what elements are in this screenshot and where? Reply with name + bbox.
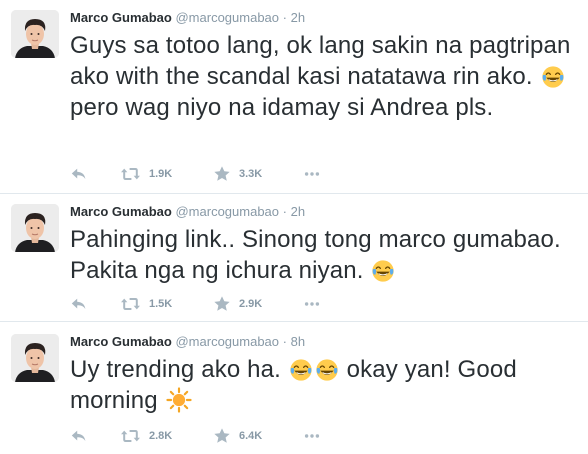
timestamp[interactable]: 8h (291, 334, 305, 349)
tweet-card[interactable]: Marco Gumabao @marcogumabao · 2h Guys sa… (0, 0, 588, 193)
retweet-count: 1.5K (149, 298, 173, 310)
timestamp[interactable]: 2h (291, 204, 305, 219)
favorite-count: 3.3K (239, 168, 263, 180)
retweet-button[interactable]: 2.8K (120, 426, 172, 446)
face-with-tears-of-joy-emoji-icon (315, 358, 339, 382)
timestamp[interactable]: 2h (291, 10, 305, 25)
author-handle[interactable]: @marcogumabao (175, 204, 279, 219)
retweet-count: 1.9K (149, 168, 173, 180)
more-options-button[interactable] (302, 294, 322, 314)
retweet-count: 2.8K (149, 430, 173, 442)
favorite-count: 6.4K (239, 430, 263, 442)
separator-dot: · (282, 334, 287, 349)
reply-button[interactable] (70, 164, 88, 184)
tweet-text: Pahinging link.. Sinong tong marco gumab… (70, 224, 582, 286)
separator-dot: · (282, 204, 287, 219)
sun-emoji-icon (166, 387, 192, 413)
author-handle[interactable]: @marcogumabao (175, 334, 279, 349)
tweet-text: Uy trending ako ha. okay yan! Good morni… (70, 354, 582, 416)
favorite-button[interactable]: 3.3K (213, 164, 262, 184)
reply-icon (70, 295, 88, 313)
tweet-header: Marco Gumabao @marcogumabao · 2h (70, 204, 305, 220)
face-with-tears-of-joy-emoji-icon (371, 259, 395, 283)
tweet-header: Marco Gumabao @marcogumabao · 2h (70, 10, 305, 26)
favorite-button[interactable]: 6.4K (213, 426, 262, 446)
favorite-button[interactable]: 2.9K (213, 294, 262, 314)
more-options-icon (302, 165, 322, 183)
author-name[interactable]: Marco Gumabao (70, 10, 172, 25)
retweet-button[interactable]: 1.5K (120, 294, 172, 314)
favorite-count: 2.9K (239, 298, 263, 310)
retweet-icon (120, 165, 141, 183)
favorite-star-icon (213, 295, 231, 313)
retweet-button[interactable]: 1.9K (120, 164, 172, 184)
tweet-header: Marco Gumabao @marcogumabao · 8h (70, 334, 305, 350)
reply-icon (70, 165, 88, 183)
tweet-text-part: Uy trending ako ha. (70, 356, 281, 383)
tweet-text-part: pero wag niyo na idamay si Andrea pls. (70, 94, 494, 121)
favorite-star-icon (213, 427, 231, 445)
more-options-icon (302, 295, 322, 313)
more-options-button[interactable] (302, 164, 322, 184)
tweet-text-part: Pahinging link.. Sinong tong marco gumab… (70, 226, 561, 284)
reply-button[interactable] (70, 426, 88, 446)
retweet-icon (120, 427, 141, 445)
author-name[interactable]: Marco Gumabao (70, 204, 172, 219)
avatar[interactable] (11, 334, 59, 382)
author-name[interactable]: Marco Gumabao (70, 334, 172, 349)
face-with-tears-of-joy-emoji-icon (289, 358, 313, 382)
reply-button[interactable] (70, 294, 88, 314)
separator-dot: · (282, 10, 287, 25)
favorite-star-icon (213, 165, 231, 183)
more-options-button[interactable] (302, 426, 322, 446)
avatar[interactable] (11, 204, 59, 252)
reply-icon (70, 427, 88, 445)
avatar[interactable] (11, 10, 59, 58)
tweet-card[interactable]: Marco Gumabao @marcogumabao · 8h Uy tren… (0, 322, 588, 454)
retweet-icon (120, 295, 141, 313)
author-handle[interactable]: @marcogumabao (175, 10, 279, 25)
tweet-text-part: Guys sa totoo lang, ok lang sakin na pag… (70, 32, 571, 90)
more-options-icon (302, 427, 322, 445)
tweet-text: Guys sa totoo lang, ok lang sakin na pag… (70, 30, 582, 123)
face-with-tears-of-joy-emoji-icon (541, 65, 565, 89)
tweet-feed: Marco Gumabao @marcogumabao · 2h Guys sa… (0, 0, 588, 454)
tweet-card[interactable]: Marco Gumabao @marcogumabao · 2h Pahingi… (0, 194, 588, 321)
